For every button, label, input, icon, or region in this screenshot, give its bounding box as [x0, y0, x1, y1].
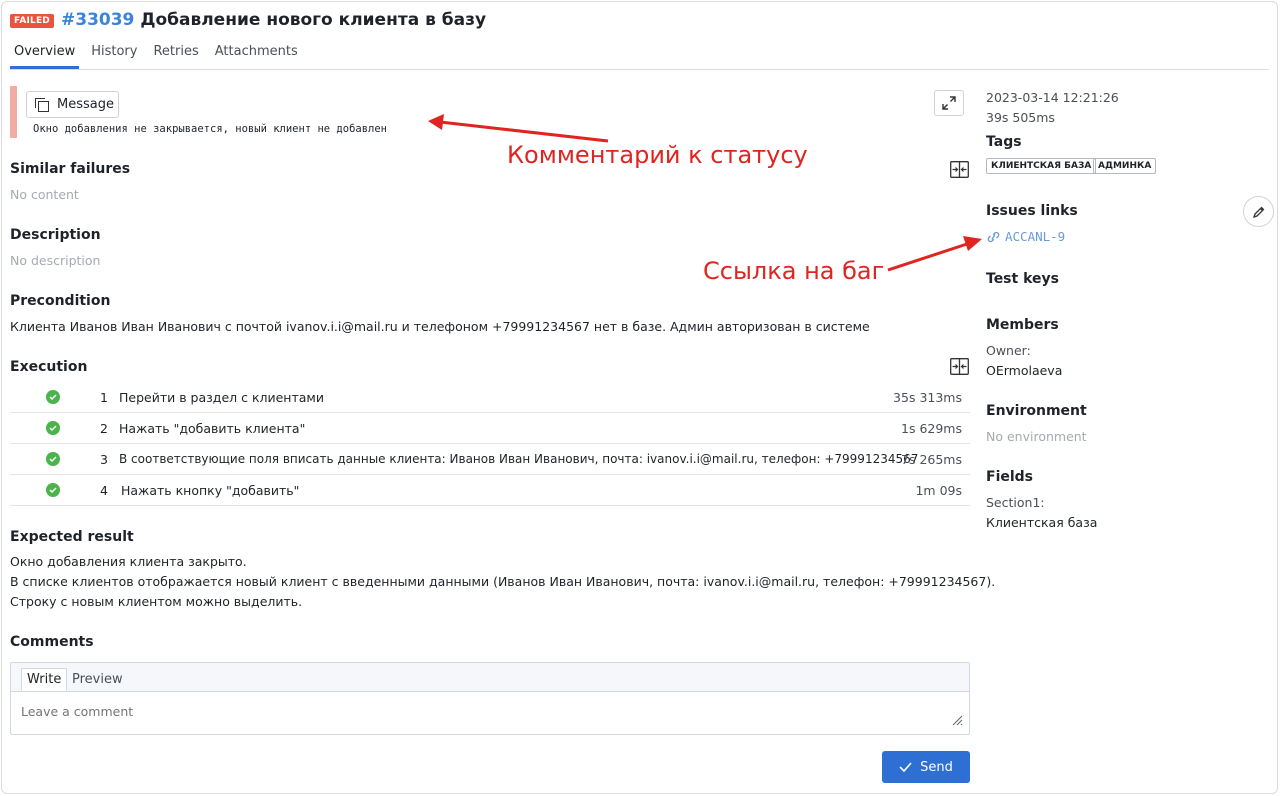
- tab-history[interactable]: History: [87, 44, 141, 69]
- step-duration: 1m 09s: [915, 482, 962, 498]
- tab-retries[interactable]: Retries: [149, 44, 202, 69]
- resize-handle-icon[interactable]: [951, 714, 963, 726]
- field-label: Section1:: [986, 495, 1045, 510]
- message-button[interactable]: Message: [26, 91, 119, 118]
- status-badge: FAILED: [10, 14, 54, 28]
- tab-write[interactable]: Write: [21, 668, 68, 691]
- step-text: Нажать кнопку "добавить": [121, 482, 300, 498]
- step-text: В соответствующие поля вписать данные кл…: [119, 452, 919, 466]
- execution-step[interactable]: 3 В соответствующие поля вписать данные …: [10, 444, 970, 475]
- tabs-divider: [10, 69, 1269, 70]
- expected-result-line: Строку с новым клиентом можно выделить.: [10, 594, 303, 609]
- owner-label: Owner:: [986, 343, 1031, 358]
- annotation-status-comment: Комментарий к статусу: [507, 141, 808, 169]
- pencil-icon: [1252, 206, 1264, 218]
- precondition-text: Клиента Иванов Иван Иванович с почтой iv…: [10, 319, 870, 334]
- step-number: 4: [100, 482, 108, 498]
- split-view-icon[interactable]: [950, 358, 969, 375]
- passed-check-icon: [46, 483, 60, 497]
- expected-result-heading: Expected result: [10, 529, 134, 545]
- check-icon: [899, 762, 912, 772]
- comment-input[interactable]: [21, 704, 921, 719]
- tab-overview[interactable]: Overview: [10, 44, 80, 69]
- failure-indicator-bar: [10, 86, 17, 138]
- step-number: 1: [100, 389, 108, 405]
- edit-issues-button[interactable]: [1243, 196, 1274, 227]
- description-empty: No description: [10, 253, 101, 268]
- page-title: #33039 Добавление нового клиента в базу: [61, 10, 486, 30]
- passed-check-icon: [46, 452, 60, 466]
- test-keys-heading: Test keys: [986, 271, 1059, 287]
- expand-button[interactable]: [934, 90, 964, 116]
- execution-step[interactable]: 2 Нажать "добавить клиента" 1s 629ms: [10, 413, 970, 444]
- step-duration: 1s 629ms: [901, 420, 962, 436]
- comment-editor: Write Preview: [10, 662, 970, 735]
- step-text: Перейти в раздел с клиентами: [119, 389, 324, 405]
- annotation-bug-link: Ссылка на баг: [703, 257, 885, 285]
- step-duration: 7s 265ms: [901, 451, 962, 467]
- tab-preview[interactable]: Preview: [67, 669, 128, 692]
- tag-badge[interactable]: КЛИЕНТСКАЯ БАЗА: [986, 158, 1097, 174]
- precondition-heading: Precondition: [10, 293, 111, 309]
- send-button-label: Send: [920, 759, 953, 775]
- passed-check-icon: [46, 390, 60, 404]
- passed-check-icon: [46, 421, 60, 435]
- tab-attachments[interactable]: Attachments: [211, 44, 302, 69]
- similar-failures-empty: No content: [10, 187, 79, 202]
- step-number: 3: [100, 451, 108, 467]
- test-title: Добавление нового клиента в базу: [140, 10, 487, 30]
- issue-key: ACCANL-9: [1005, 229, 1066, 244]
- status-message: Окно добавления не закрывается, новый кл…: [33, 123, 388, 135]
- owner-name: OErmolaeva: [986, 363, 1063, 378]
- issues-links-heading: Issues links: [986, 203, 1078, 219]
- tab-bar: Overview History Retries Attachments: [10, 44, 310, 69]
- split-view-icon[interactable]: [950, 161, 969, 178]
- step-duration: 35s 313ms: [893, 389, 962, 405]
- members-heading: Members: [986, 317, 1059, 333]
- send-button[interactable]: Send: [882, 751, 970, 783]
- expected-result-line: В списке клиентов отображается новый кли…: [10, 574, 996, 589]
- step-text: Нажать "добавить клиента": [119, 420, 306, 436]
- test-id-link[interactable]: #33039: [61, 10, 134, 30]
- execution-heading: Execution: [10, 359, 88, 375]
- issue-link[interactable]: ACCANL-9: [986, 229, 1065, 244]
- run-datetime: 2023-03-14 12:21:26: [986, 90, 1119, 105]
- fields-heading: Fields: [986, 469, 1034, 485]
- comments-heading: Comments: [10, 634, 94, 650]
- step-number: 2: [100, 420, 108, 436]
- run-duration: 39s 505ms: [986, 110, 1055, 125]
- expand-icon: [942, 96, 956, 110]
- execution-step[interactable]: 1 Перейти в раздел с клиентами 35s 313ms: [10, 382, 970, 413]
- environment-heading: Environment: [986, 403, 1087, 419]
- similar-failures-heading: Similar failures: [10, 161, 131, 177]
- tags-heading: Tags: [986, 134, 1022, 150]
- execution-step[interactable]: 4 Нажать кнопку "добавить" 1m 09s: [10, 475, 970, 506]
- expected-result-line: Окно добавления клиента закрыто.: [10, 554, 247, 569]
- copy-icon: [35, 97, 49, 112]
- message-button-label: Message: [57, 97, 114, 112]
- description-heading: Description: [10, 227, 101, 243]
- field-value: Клиентская база: [986, 515, 1098, 530]
- link-icon: [987, 231, 1000, 242]
- tag-badge[interactable]: АДМИНКА: [1093, 158, 1157, 174]
- environment-empty: No environment: [986, 429, 1087, 444]
- comment-tabs: Write Preview: [11, 663, 969, 692]
